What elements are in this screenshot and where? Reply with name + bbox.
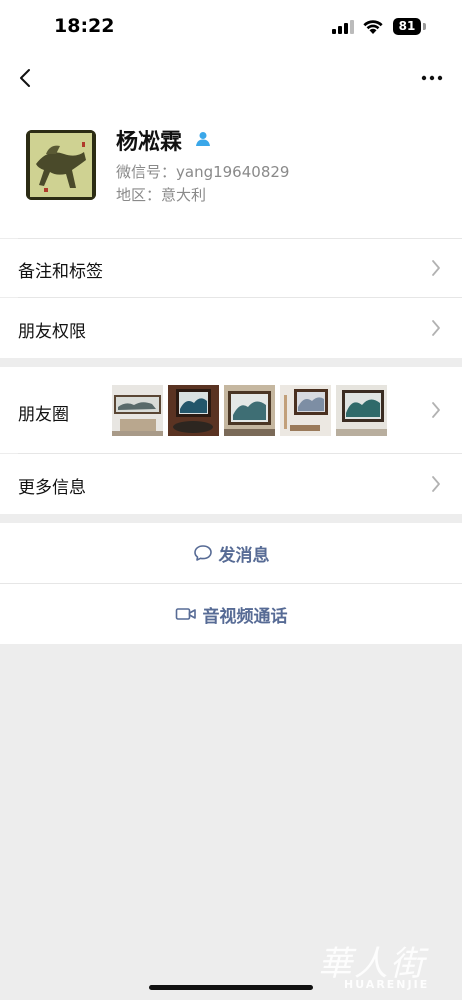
more-options-icon[interactable] <box>418 66 446 90</box>
avatar[interactable] <box>26 130 96 200</box>
moments-label: 朋友圈 <box>18 405 69 425</box>
moments-thumbnails <box>112 385 387 436</box>
profile-header: 杨凇霖 微信号：yang19640829 地区：意大利 <box>0 100 462 238</box>
nav-bar <box>0 56 462 100</box>
wechat-id: 微信号：yang19640829 <box>116 163 290 181</box>
chevron-right-icon <box>432 402 440 418</box>
send-message-button[interactable]: 发消息 <box>0 523 462 583</box>
chevron-right-icon <box>432 476 440 492</box>
wifi-icon <box>363 20 383 34</box>
video-call-label: 音视频通话 <box>202 606 288 627</box>
battery-nub <box>423 23 426 30</box>
chevron-right-icon <box>432 260 440 276</box>
remarks-tags-cell[interactable]: 备注和标签 <box>0 239 462 297</box>
battery-indicator: 81 <box>393 18 421 35</box>
more-info-label: 更多信息 <box>18 478 86 498</box>
chat-bubble-icon <box>193 545 212 561</box>
video-camera-icon <box>175 608 196 620</box>
signal-icon <box>332 20 354 34</box>
moments-photo <box>336 385 387 436</box>
moments-cell[interactable]: 朋友圈 <box>0 367 462 453</box>
moments-photo <box>224 385 275 436</box>
watermark-text: HUARENJIE <box>344 978 430 991</box>
friend-permissions-label: 朋友权限 <box>18 322 86 342</box>
region: 地区：意大利 <box>116 186 207 204</box>
video-call-button[interactable]: 音视频通话 <box>0 584 462 644</box>
chevron-right-icon <box>432 320 440 336</box>
status-bar: 18:22 81 <box>0 0 462 56</box>
remarks-tags-label: 备注和标签 <box>18 262 103 282</box>
moments-photo <box>168 385 219 436</box>
contact-person-icon <box>196 132 210 146</box>
home-indicator[interactable] <box>149 985 313 990</box>
friend-permissions-cell[interactable]: 朋友权限 <box>0 298 462 358</box>
more-info-cell[interactable]: 更多信息 <box>0 454 462 514</box>
status-time: 18:22 <box>54 15 115 37</box>
send-message-label: 发消息 <box>218 545 270 566</box>
back-icon[interactable] <box>12 62 42 94</box>
moments-photo <box>112 385 163 436</box>
moments-photo <box>280 385 331 436</box>
contact-name: 杨凇霖 <box>116 130 183 155</box>
